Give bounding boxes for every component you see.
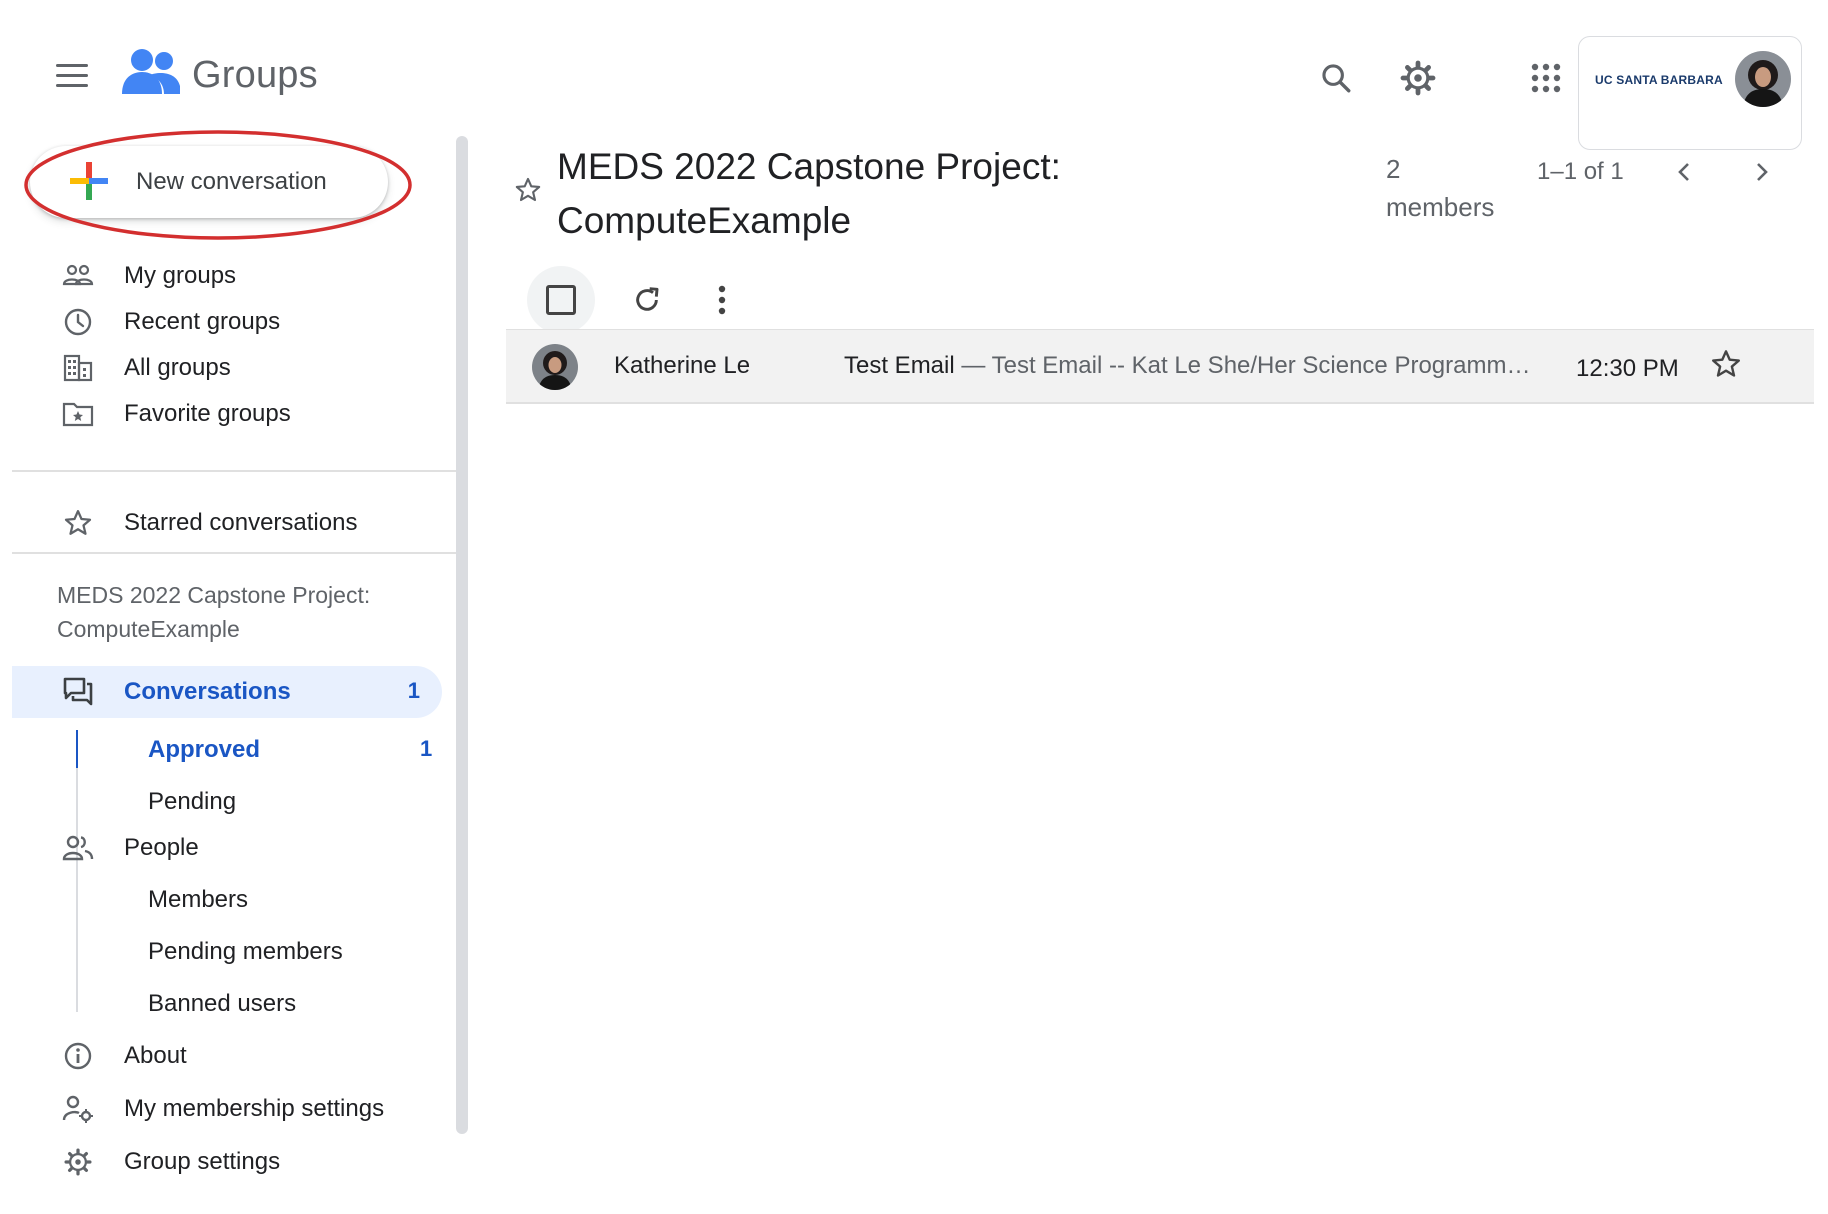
settings-button[interactable] bbox=[1392, 52, 1444, 104]
conversation-subject: Test Email bbox=[844, 352, 955, 379]
sidebar-divider bbox=[12, 470, 456, 472]
refresh-icon bbox=[636, 287, 659, 311]
nav-all-groups[interactable]: All groups bbox=[12, 342, 452, 394]
group-title: MEDS 2022 Capstone Project: ComputeExamp… bbox=[557, 146, 1061, 241]
nav-conversations[interactable]: Conversations 1 bbox=[12, 666, 442, 718]
nav-pending-members[interactable]: Pending members bbox=[12, 928, 452, 976]
sender-avatar-icon bbox=[532, 344, 578, 390]
chat-bubbles-icon bbox=[63, 677, 93, 706]
nav-pending[interactable]: Pending bbox=[12, 778, 452, 826]
new-conversation-button[interactable]: New conversation bbox=[30, 146, 388, 218]
nav-label: My groups bbox=[124, 262, 237, 289]
nav-label: Favorite groups bbox=[124, 400, 291, 427]
next-page-button[interactable] bbox=[1742, 152, 1782, 192]
star-conversation-icon[interactable] bbox=[1710, 348, 1742, 380]
nav-about[interactable]: About bbox=[12, 1030, 452, 1082]
groups-icon bbox=[62, 260, 94, 292]
clock-icon bbox=[62, 306, 94, 338]
building-icon bbox=[62, 352, 94, 384]
member-count-unit: members bbox=[1386, 192, 1495, 222]
menu-icon bbox=[56, 64, 88, 67]
plus-icon bbox=[70, 162, 108, 200]
conversation-separator: — bbox=[954, 352, 992, 379]
apps-grid-icon bbox=[1531, 63, 1561, 93]
nav-label: Approved bbox=[148, 736, 261, 763]
conversation-snippet: Test Email -- Kat Le She/Her Science Pro… bbox=[991, 352, 1534, 379]
nav-recent-groups[interactable]: Recent groups bbox=[12, 296, 452, 348]
groups-page: Groups UC SANTA BARBARA New conversation… bbox=[12, 0, 1828, 1214]
org-logo-text: UC SANTA BARBARA bbox=[1595, 73, 1723, 87]
nav-favorite-groups[interactable]: Favorite groups bbox=[12, 388, 452, 440]
conversation-sender: Katherine Le bbox=[614, 352, 751, 379]
conversation-row[interactable]: Katherine Le Test Email — Test Email -- … bbox=[506, 329, 1814, 404]
member-count-number: 2 bbox=[1386, 154, 1401, 184]
previous-page-button[interactable] bbox=[1664, 152, 1704, 192]
sidebar-scrollbar[interactable] bbox=[456, 136, 468, 1134]
nav-label: Banned users bbox=[148, 990, 297, 1017]
more-vert-icon bbox=[718, 285, 726, 315]
person-settings-icon bbox=[62, 1093, 94, 1125]
sender-avatar bbox=[532, 344, 578, 390]
nav-label: Members bbox=[148, 886, 249, 913]
star-outline-icon bbox=[62, 507, 94, 539]
nav-my-groups[interactable]: My groups bbox=[12, 250, 452, 302]
apps-button[interactable] bbox=[1520, 52, 1572, 104]
conversation-count-badge: 1 bbox=[407, 678, 420, 703]
gear-icon bbox=[1400, 60, 1436, 96]
info-icon bbox=[62, 1040, 94, 1072]
nav-label: My membership settings bbox=[124, 1095, 385, 1122]
account-switcher[interactable]: UC SANTA BARBARA bbox=[1578, 36, 1802, 150]
nav-members[interactable]: Members bbox=[12, 876, 452, 924]
nav-label: Pending bbox=[148, 788, 237, 815]
more-options-button[interactable] bbox=[698, 276, 746, 324]
chevron-left-icon bbox=[1678, 163, 1689, 181]
nav-label: Recent groups bbox=[124, 308, 281, 335]
conversation-preview: Test Email — Test Email -- Kat Le She/He… bbox=[844, 352, 1534, 380]
search-button[interactable] bbox=[1310, 52, 1362, 104]
nav-people[interactable]: People bbox=[12, 822, 452, 874]
new-conversation-label: New conversation bbox=[136, 168, 327, 195]
main-menu-button[interactable] bbox=[52, 58, 92, 94]
favorite-group-star-icon[interactable] bbox=[514, 176, 542, 204]
nav-label: Conversations bbox=[124, 678, 291, 705]
nav-group-settings[interactable]: Group settings bbox=[12, 1136, 452, 1188]
chevron-right-icon bbox=[1757, 163, 1768, 181]
nav-label: Starred conversations bbox=[124, 509, 358, 536]
select-all-checkbox[interactable] bbox=[527, 266, 595, 334]
checkbox-icon bbox=[546, 285, 576, 315]
search-icon bbox=[1322, 64, 1351, 93]
conversation-time: 12:30 PM bbox=[1576, 355, 1679, 382]
approved-count-badge: 1 bbox=[420, 736, 433, 761]
pagination-label: 1–1 of 1 bbox=[1537, 158, 1624, 185]
nav-starred-conversations[interactable]: Starred conversations bbox=[12, 497, 452, 549]
sidebar-divider bbox=[12, 552, 456, 554]
groups-logo-icon bbox=[122, 49, 180, 94]
nav-banned-users[interactable]: Banned users bbox=[12, 980, 452, 1028]
user-avatar[interactable] bbox=[1735, 51, 1791, 107]
folder-star-icon bbox=[62, 398, 94, 430]
nav-membership-settings[interactable]: My membership settings bbox=[12, 1083, 452, 1135]
nav-label: People bbox=[124, 834, 199, 861]
gear-icon bbox=[62, 1146, 94, 1178]
nav-label: About bbox=[124, 1042, 187, 1069]
member-count[interactable]: 2 members bbox=[1386, 150, 1494, 226]
people-icon bbox=[62, 832, 94, 864]
nav-approved[interactable]: Approved 1 bbox=[12, 726, 452, 774]
app-title: Groups bbox=[192, 54, 318, 96]
user-avatar-icon bbox=[1735, 51, 1791, 107]
refresh-button[interactable] bbox=[623, 276, 671, 324]
nav-label: Group settings bbox=[124, 1148, 281, 1175]
nav-label: All groups bbox=[124, 354, 231, 381]
current-group-name: MEDS 2022 Capstone Project: ComputeExamp… bbox=[57, 582, 371, 642]
nav-label: Pending members bbox=[148, 938, 343, 965]
